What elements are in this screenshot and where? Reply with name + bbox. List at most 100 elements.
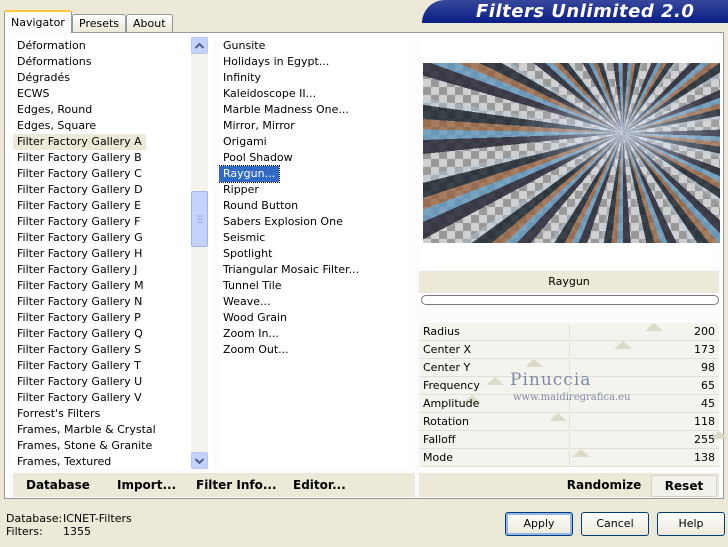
param-slider[interactable]: Falloff 255 xyxy=(419,431,728,449)
category-item[interactable]: Edges, Round xyxy=(13,102,96,118)
database-value: ICNET-Filters xyxy=(63,512,132,525)
category-item[interactable]: Filter Factory Gallery H xyxy=(13,246,146,262)
category-item[interactable]: Filter Factory Gallery F xyxy=(13,214,144,230)
navigator-panel: Déformation Déformations Dégradés ECWS Edges… xyxy=(4,32,728,499)
param-name: Rotation xyxy=(423,415,470,428)
category-item[interactable]: Edges, Square xyxy=(13,118,100,134)
filter-item[interactable]: Weave... xyxy=(219,294,275,310)
filter-item[interactable]: Triangular Mosaic Filter... xyxy=(219,262,363,278)
filter-item[interactable]: Holidays in Egypt... xyxy=(219,54,333,70)
param-slider[interactable]: Frequency 65 xyxy=(419,377,719,395)
category-item[interactable]: Déformation xyxy=(13,38,90,54)
filter-list[interactable]: Gunsite Holidays in Egypt... Infinity Kalei… xyxy=(219,37,415,469)
category-list[interactable]: Déformation Déformations Dégradés ECWS Edges… xyxy=(13,37,213,469)
slider-thumb[interactable] xyxy=(486,377,504,385)
filter-item[interactable]: Wood Grain xyxy=(219,310,291,326)
param-slider[interactable]: Mode 138 xyxy=(419,449,719,467)
preview-area xyxy=(419,37,720,267)
category-item[interactable]: Frames, Marble & Crystal xyxy=(13,422,160,438)
slider-thumb[interactable] xyxy=(645,323,663,331)
chevron-up-icon xyxy=(195,42,204,49)
randomize-button[interactable]: Randomize xyxy=(559,475,649,497)
category-item[interactable]: Filter Factory Gallery P xyxy=(13,310,145,326)
filter-item[interactable]: Origami xyxy=(219,134,271,150)
category-item[interactable]: Frames, Textured xyxy=(13,454,115,469)
param-value: 98 xyxy=(701,361,715,374)
category-item[interactable]: Filter Factory Gallery E xyxy=(13,198,145,214)
category-item[interactable]: Filter Factory Gallery N xyxy=(13,294,146,310)
filter-item[interactable]: Kaleidoscope II... xyxy=(219,86,320,102)
filter-item[interactable]: Infinity xyxy=(219,70,265,86)
filter-item[interactable]: Marble Madness One... xyxy=(219,102,353,118)
param-slider[interactable]: Amplitude 45 xyxy=(419,395,719,413)
slider-thumb[interactable] xyxy=(525,359,543,367)
filter-item[interactable]: Tunnel Tile xyxy=(219,278,286,294)
filter-item[interactable]: Spotlight xyxy=(219,246,276,262)
slider-track[interactable] xyxy=(419,431,719,449)
category-item[interactable]: Filter Factory Gallery J xyxy=(13,262,141,278)
reset-button[interactable]: Reset xyxy=(651,475,717,497)
filter-item[interactable]: Zoom In... xyxy=(219,326,283,342)
param-value: 255 xyxy=(694,433,715,446)
filter-item[interactable]: Gunsite xyxy=(219,38,269,54)
left-button-bar: Database Import... Filter Info... Editor… xyxy=(13,473,415,497)
grip-icon xyxy=(196,215,203,223)
help-button[interactable]: Help xyxy=(657,512,725,536)
category-item[interactable]: Filter Factory Gallery U xyxy=(13,374,146,390)
filter-item[interactable]: Mirror, Mirror xyxy=(219,118,299,134)
category-item[interactable]: Forrest's Filters xyxy=(13,406,104,422)
category-item[interactable]: Frames, Stone & Granite xyxy=(13,438,156,454)
param-value: 200 xyxy=(694,325,715,338)
filter-item[interactable]: Sabers Explosion One xyxy=(219,214,347,230)
param-value: 118 xyxy=(694,415,715,428)
tab-presets[interactable]: Presets xyxy=(72,14,127,32)
slider-thumb[interactable] xyxy=(549,413,567,421)
category-item[interactable]: Filter Factory Gallery M xyxy=(13,278,148,294)
param-value: 65 xyxy=(701,379,715,392)
database-button[interactable]: Database xyxy=(26,473,90,497)
param-slider[interactable]: Center Y 98 xyxy=(419,359,719,377)
category-item[interactable]: Filter Factory Gallery A xyxy=(13,134,146,150)
param-name: Center Y xyxy=(423,361,471,374)
category-item[interactable]: Filter Factory Gallery Q xyxy=(13,326,147,342)
preview-glow xyxy=(423,63,720,243)
category-item[interactable]: Dégradés xyxy=(13,70,74,86)
filter-item[interactable]: Pool Shadow xyxy=(219,150,297,166)
editor-button[interactable]: Editor... xyxy=(293,473,346,497)
slider-track[interactable] xyxy=(419,323,719,341)
filter-item[interactable]: Ripper xyxy=(219,182,263,198)
slider-track[interactable] xyxy=(419,449,719,467)
slider-thumb[interactable] xyxy=(572,449,590,457)
scroll-thumb[interactable] xyxy=(191,191,208,247)
category-item[interactable]: Filter Factory Gallery D xyxy=(13,182,147,198)
filter-item[interactable]: Zoom Out... xyxy=(219,342,293,358)
category-item[interactable]: ECWS xyxy=(13,86,54,102)
cancel-button[interactable]: Cancel xyxy=(581,512,649,536)
scroll-up-button[interactable] xyxy=(191,37,208,54)
slider-thumb[interactable] xyxy=(614,341,632,349)
category-item[interactable]: Filter Factory Gallery G xyxy=(13,230,147,246)
category-scrollbar[interactable] xyxy=(191,37,208,469)
param-slider[interactable]: Rotation 118 xyxy=(419,413,719,431)
param-name: Amplitude xyxy=(423,397,480,410)
category-item[interactable]: Déformations xyxy=(13,54,95,70)
import-button[interactable]: Import... xyxy=(117,473,176,497)
param-value: 173 xyxy=(694,343,715,356)
scroll-down-button[interactable] xyxy=(191,452,208,469)
tab-about[interactable]: About xyxy=(126,14,173,32)
category-item[interactable]: Filter Factory Gallery B xyxy=(13,150,146,166)
filter-info-button[interactable]: Filter Info... xyxy=(196,473,277,497)
param-name: Frequency xyxy=(423,379,480,392)
filter-item[interactable]: Raygun... xyxy=(219,165,281,183)
category-item[interactable]: Filter Factory Gallery C xyxy=(13,166,146,182)
apply-button[interactable]: Apply xyxy=(505,512,573,536)
param-slider[interactable]: Radius 200 xyxy=(419,323,719,341)
param-slider[interactable]: Center X 173 xyxy=(419,341,719,359)
preview-image[interactable] xyxy=(423,63,720,243)
filter-item[interactable]: Seismic xyxy=(219,230,269,246)
category-item[interactable]: Filter Factory Gallery S xyxy=(13,342,145,358)
tab-navigator[interactable]: Navigator xyxy=(4,10,72,33)
filter-item[interactable]: Round Button xyxy=(219,198,302,214)
category-item[interactable]: Filter Factory Gallery V xyxy=(13,390,146,406)
category-item[interactable]: Filter Factory Gallery T xyxy=(13,358,145,374)
